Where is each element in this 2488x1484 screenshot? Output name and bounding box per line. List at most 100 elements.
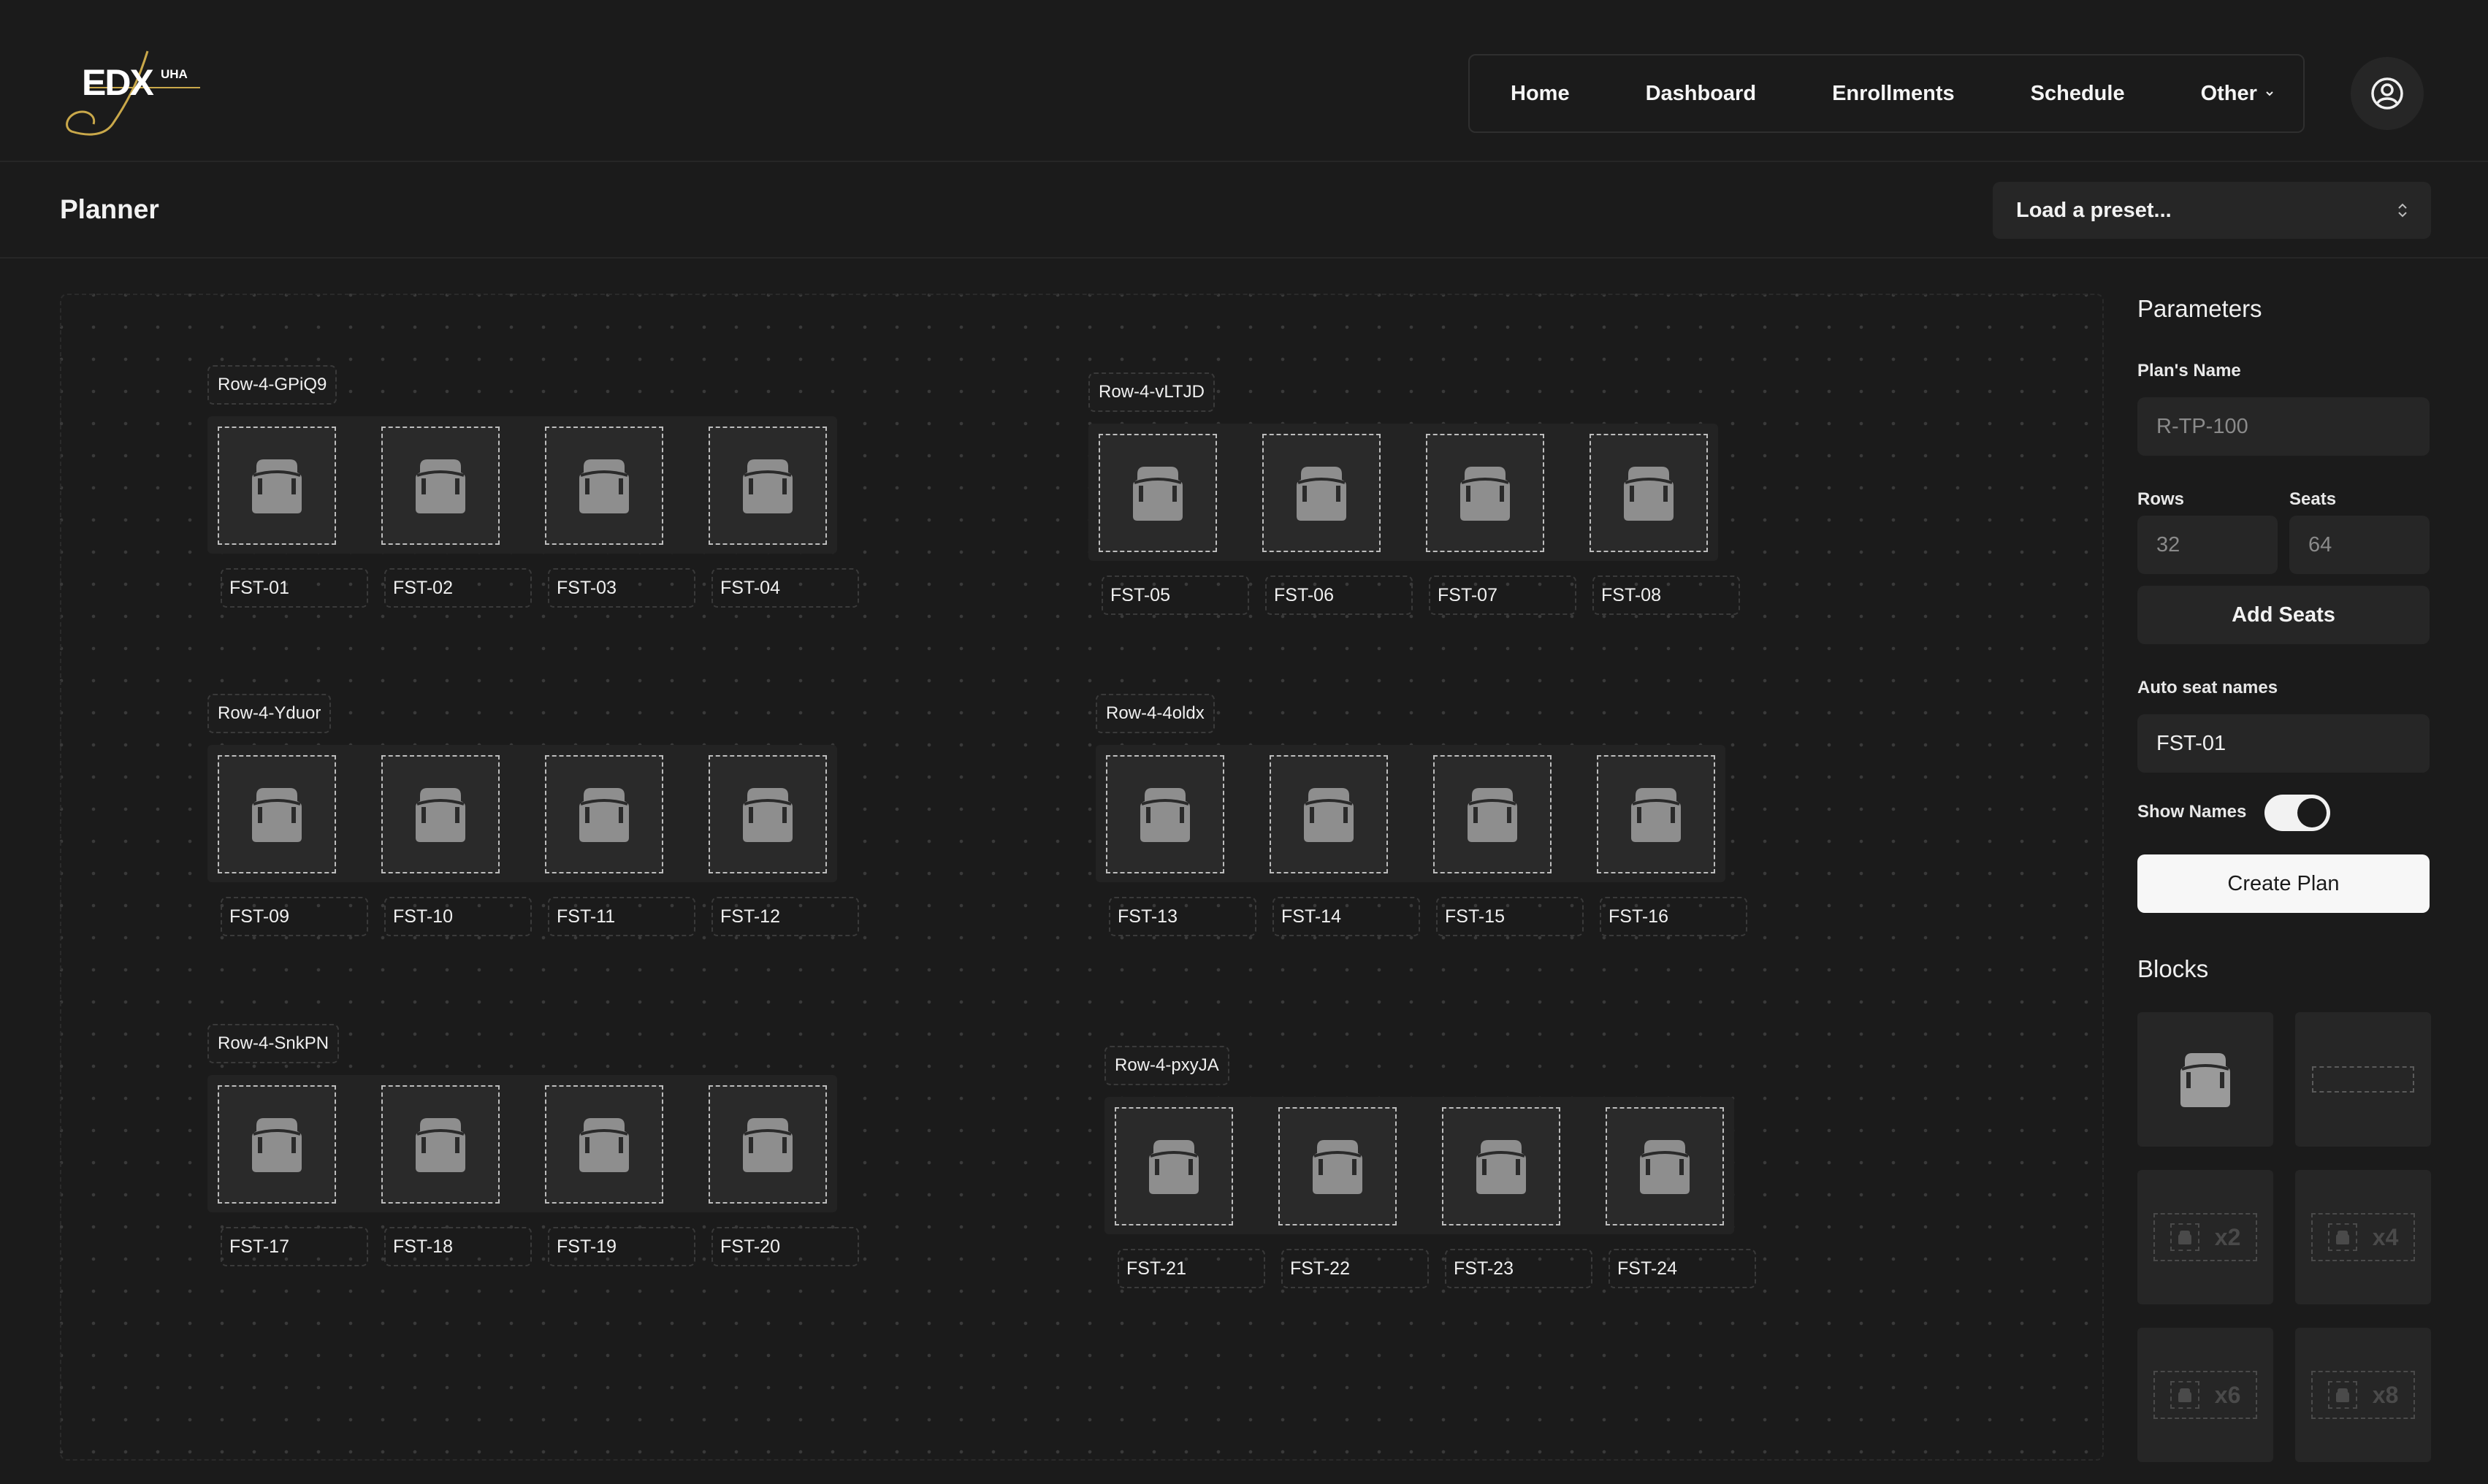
seat-name-label[interactable]: FST-01	[221, 568, 368, 608]
seat-name-label[interactable]: FST-18	[384, 1227, 532, 1266]
profile-button[interactable]	[2351, 57, 2424, 130]
page-header: Planner Load a preset...	[0, 162, 2488, 259]
seat-name-label[interactable]: FST-12	[711, 897, 859, 936]
seat[interactable]	[1262, 434, 1381, 552]
seat[interactable]	[1597, 755, 1715, 873]
block-seats-x2[interactable]: x2	[2137, 1170, 2273, 1304]
seat-name-label[interactable]: FST-07	[1429, 575, 1576, 615]
block-seats-x8[interactable]: x8	[2295, 1328, 2431, 1462]
seat[interactable]	[1433, 755, 1552, 873]
seat-icon	[743, 1118, 793, 1172]
logo[interactable]: EDX UHA	[61, 45, 207, 140]
seats-label: Seats	[2289, 489, 2337, 509]
spacer-icon	[2312, 1066, 2414, 1093]
seat-row[interactable]: Row-4-SnkPN FST-17 FST-18 FST-19 FST-20	[207, 1024, 859, 1266]
rows-input[interactable]: 32	[2137, 516, 2278, 574]
block-seat[interactable]	[2137, 1012, 2273, 1147]
nav-dashboard[interactable]: Dashboard	[1646, 82, 1756, 106]
seat[interactable]	[1278, 1107, 1397, 1225]
seat-icon	[252, 1118, 302, 1172]
row-seat-strip	[1088, 424, 1718, 561]
seat[interactable]	[545, 1085, 663, 1204]
seat-name-label[interactable]: FST-06	[1265, 575, 1413, 615]
preset-select[interactable]: Load a preset...	[1993, 182, 2431, 239]
seat-row[interactable]: Row-4-pxyJA FST-21 FST-22 FST-23 FST-24	[1104, 1046, 1756, 1288]
seat-icon	[743, 459, 793, 513]
seat[interactable]	[1442, 1107, 1560, 1225]
block-seats-x6[interactable]: x6	[2137, 1328, 2273, 1462]
seat[interactable]	[1115, 1107, 1233, 1225]
seat-name-label[interactable]: FST-21	[1118, 1249, 1265, 1288]
mini-seat-icon	[2170, 1223, 2199, 1251]
seat[interactable]	[218, 427, 336, 545]
show-names-toggle[interactable]	[2264, 795, 2330, 831]
plan-name-input[interactable]: R-TP-100	[2137, 397, 2430, 456]
seat-name-label[interactable]: FST-22	[1281, 1249, 1429, 1288]
seats-input[interactable]: 64	[2289, 516, 2430, 574]
seat-name-label[interactable]: FST-16	[1600, 897, 1747, 936]
seat-name-label[interactable]: FST-11	[548, 897, 695, 936]
seat-name-label[interactable]: FST-19	[548, 1227, 695, 1266]
seat[interactable]	[218, 755, 336, 873]
seat-icon	[1133, 467, 1183, 521]
seat-icon	[579, 788, 629, 842]
seat[interactable]	[1106, 755, 1224, 873]
seat-icon	[1640, 1140, 1690, 1194]
seat-name-label[interactable]: FST-09	[221, 897, 368, 936]
show-names-label: Show Names	[2137, 802, 2247, 822]
seat-icon	[416, 1118, 465, 1172]
seat-name-label[interactable]: FST-10	[384, 897, 532, 936]
nav-other-dropdown[interactable]: Other	[2201, 82, 2275, 106]
toggle-knob	[2297, 798, 2327, 827]
row-label[interactable]: Row-4-SnkPN	[207, 1024, 340, 1063]
seat-name-label[interactable]: FST-20	[711, 1227, 859, 1266]
block-seats-x4[interactable]: x4	[2295, 1170, 2431, 1304]
nav-other-label: Other	[2200, 81, 2257, 105]
seat-name-label[interactable]: FST-03	[548, 568, 695, 608]
nav-home[interactable]: Home	[1511, 82, 1570, 106]
seat[interactable]	[1606, 1107, 1724, 1225]
seat-name-label[interactable]: FST-23	[1445, 1249, 1592, 1288]
seat[interactable]	[1590, 434, 1708, 552]
seat-name-label[interactable]: FST-08	[1592, 575, 1740, 615]
seat-name-label[interactable]: FST-13	[1109, 897, 1256, 936]
seat[interactable]	[545, 755, 663, 873]
row-seat-strip	[207, 416, 837, 554]
seat[interactable]	[709, 427, 827, 545]
row-label[interactable]: Row-4-4oldx	[1096, 694, 1215, 733]
row-label[interactable]: Row-4-GPiQ9	[207, 365, 337, 405]
seat-name-label[interactable]: FST-15	[1436, 897, 1584, 936]
seat[interactable]	[218, 1085, 336, 1204]
auto-seat-names-input[interactable]: FST-01	[2137, 714, 2430, 773]
seat[interactable]	[709, 755, 827, 873]
seat-row[interactable]: Row-4-vLTJD FST-05 FST-06 FST-07 FST-08	[1088, 372, 1740, 615]
seat-name-label[interactable]: FST-02	[384, 568, 532, 608]
seat-name-label[interactable]: FST-14	[1272, 897, 1420, 936]
seat-row[interactable]: Row-4-4oldx FST-13 FST-14 FST-15 FST-16	[1096, 694, 1747, 936]
seat[interactable]	[1270, 755, 1388, 873]
seat-name-label[interactable]: FST-17	[221, 1227, 368, 1266]
seat[interactable]	[1099, 434, 1217, 552]
seat[interactable]	[1426, 434, 1544, 552]
seat-name-label[interactable]: FST-05	[1102, 575, 1249, 615]
seat[interactable]	[381, 1085, 500, 1204]
mini-seat-icon	[2327, 1381, 2357, 1409]
block-spacer[interactable]	[2295, 1012, 2431, 1147]
nav-schedule[interactable]: Schedule	[2031, 82, 2125, 106]
seat-name-label[interactable]: FST-04	[711, 568, 859, 608]
seat[interactable]	[381, 427, 500, 545]
seat-icon	[2180, 1053, 2230, 1107]
seat-row[interactable]: Row-4-Yduor FST-09 FST-10 FST-11 FST-12	[207, 694, 859, 936]
create-plan-button[interactable]: Create Plan	[2137, 854, 2430, 913]
seat[interactable]	[709, 1085, 827, 1204]
row-label[interactable]: Row-4-Yduor	[207, 694, 332, 733]
seat[interactable]	[545, 427, 663, 545]
add-seats-button[interactable]: Add Seats	[2137, 586, 2430, 644]
seat[interactable]	[381, 755, 500, 873]
seat-name-label[interactable]: FST-24	[1609, 1249, 1756, 1288]
seat-pack-icon: x2	[2153, 1213, 2257, 1261]
row-label[interactable]: Row-4-pxyJA	[1104, 1046, 1229, 1085]
seat-row[interactable]: Row-4-GPiQ9 FST-01 FST-02 FST-03 FST-04	[207, 365, 859, 608]
row-label[interactable]: Row-4-vLTJD	[1088, 372, 1215, 412]
nav-enrollments[interactable]: Enrollments	[1832, 82, 1955, 106]
